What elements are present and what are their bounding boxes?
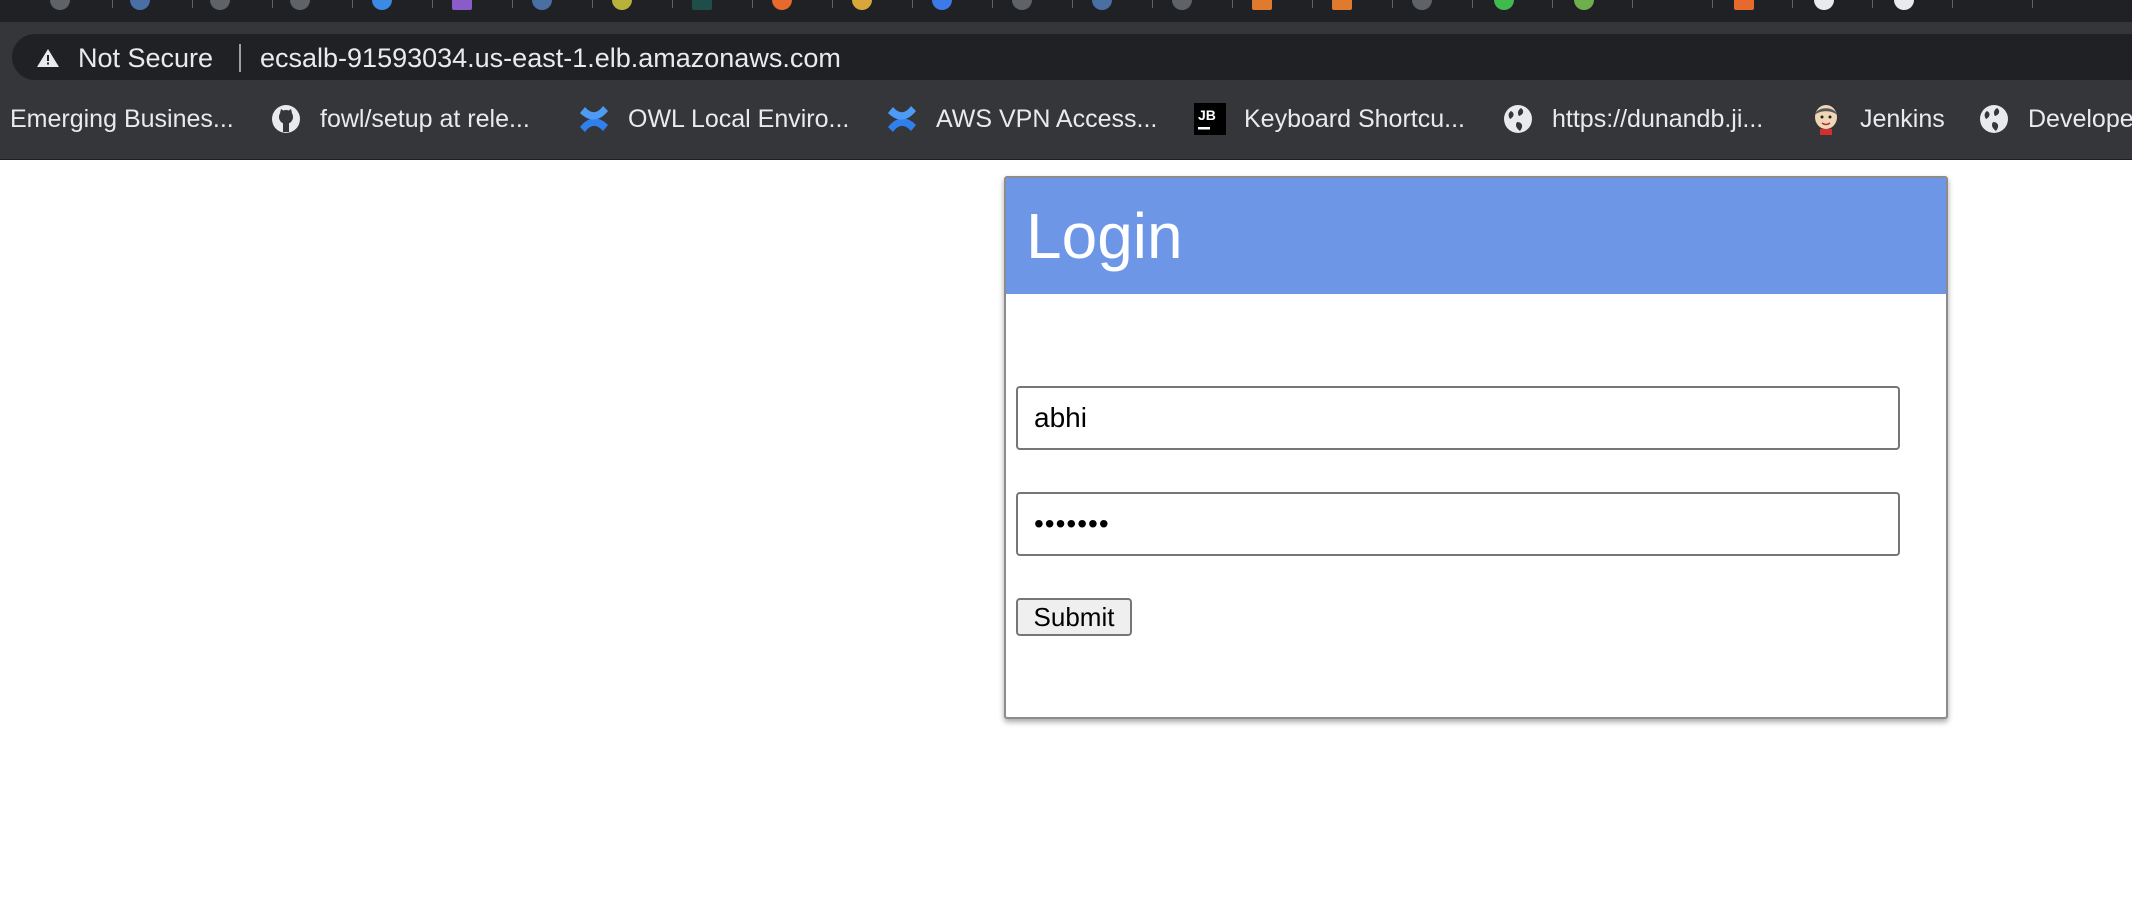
warning-icon[interactable] [36,48,60,68]
tab-favicon-icon[interactable] [932,0,952,10]
tab-separator [1632,0,1633,8]
globe-icon [1978,103,2010,135]
tab-favicon-icon[interactable] [130,0,150,10]
login-header: Login [1006,178,1946,294]
tab-separator [1232,0,1233,8]
tab-favicon-icon[interactable] [1574,0,1594,10]
bookmark-label: Emerging Busines... [10,104,234,133]
bookmark-label: https://dunandb.ji... [1552,104,1764,133]
tab-separator [1472,0,1473,8]
tab-favicon-icon[interactable] [1012,0,1032,10]
tab-separator [1552,0,1553,8]
tab-favicon-icon[interactable] [1734,0,1754,10]
tab-favicon-icon[interactable] [1494,0,1514,10]
tab-favicon-icon[interactable] [50,0,70,10]
login-card: Login Submit [1004,176,1948,719]
tab-favicon-icon[interactable] [1412,0,1432,10]
tab-separator [672,0,673,8]
tab-strip[interactable] [0,0,2132,22]
password-input[interactable] [1016,492,1900,556]
jenkins-icon [1810,103,1842,135]
address-bar-divider [239,44,241,72]
tab-favicon-icon[interactable] [452,0,472,10]
tab-separator [512,0,513,8]
login-title: Login [1026,200,1183,272]
tab-separator [272,0,273,8]
bookmark-label: OWL Local Enviro... [628,104,850,133]
tab-favicon-icon[interactable] [1172,0,1192,10]
github-icon [270,103,302,135]
bookmark-jenkins[interactable]: Jenkins [1810,100,1945,138]
tab-separator [1952,0,1953,8]
tab-separator [1152,0,1153,8]
submit-button[interactable]: Submit [1016,598,1132,636]
confluence-icon [886,103,918,135]
tab-separator [592,0,593,8]
security-status-label[interactable]: Not Secure [78,44,213,72]
tab-favicon-icon[interactable] [852,0,872,10]
tab-separator [992,0,993,8]
tab-separator [1392,0,1393,8]
tab-favicon-icon[interactable] [210,0,230,10]
browser-toolbar: Not Secure ecsalb-91593034.us-east-1.elb… [0,22,2132,80]
bookmark-label: AWS VPN Access... [936,104,1158,133]
tab-favicon-icon[interactable] [612,0,632,10]
tab-separator [1072,0,1073,8]
tab-favicon-icon[interactable] [1654,0,1674,10]
tab-separator [2032,0,2033,8]
bookmark-label: Develope [2028,104,2132,133]
tab-favicon-icon[interactable] [532,0,552,10]
tab-favicon-icon[interactable] [1252,0,1272,10]
tab-separator [912,0,913,8]
bookmark-label: Jenkins [1860,104,1945,133]
tab-favicon-icon[interactable] [1894,0,1914,10]
bookmark-dunandb-jira[interactable]: https://dunandb.ji... [1502,100,1763,138]
jetbrains-icon: JB [1194,103,1226,135]
tab-separator [192,0,193,8]
tab-favicon-icon[interactable] [1332,0,1352,10]
bookmark-emerging-business[interactable]: Emerging Busines... [10,100,234,138]
tab-favicon-icon[interactable] [772,0,792,10]
confluence-icon [578,103,610,135]
tab-separator [1312,0,1313,8]
tab-favicon-icon[interactable] [1814,0,1834,10]
bookmark-label: Keyboard Shortcu... [1244,104,1465,133]
tab-separator [1712,0,1713,8]
tab-separator [1792,0,1793,8]
bookmark-label: fowl/setup at rele... [320,104,530,133]
tab-separator [752,0,753,8]
svg-text:JB: JB [1198,107,1216,123]
tab-separator [112,0,113,8]
tab-separator [1872,0,1873,8]
bookmark-fowl-setup[interactable]: fowl/setup at rele... [270,100,530,138]
tab-separator [832,0,833,8]
bookmark-owl-local-env[interactable]: OWL Local Enviro... [578,100,849,138]
url-text[interactable]: ecsalb-91593034.us-east-1.elb.amazonaws.… [260,44,841,72]
username-input[interactable] [1016,386,1900,450]
bookmark-keyboard-shortcuts[interactable]: JB Keyboard Shortcu... [1194,100,1465,138]
bookmark-aws-vpn-access[interactable]: AWS VPN Access... [886,100,1157,138]
tab-favicon-icon[interactable] [1092,0,1112,10]
tab-favicon-icon[interactable] [372,0,392,10]
bookmarks-bar: Emerging Busines... fowl/setup at rele..… [0,80,2132,160]
bookmark-developer[interactable]: Develope [1978,100,2132,138]
globe-icon [1502,103,1534,135]
address-bar[interactable]: Not Secure ecsalb-91593034.us-east-1.elb… [12,34,2132,80]
tab-separator [432,0,433,8]
tab-favicon-icon[interactable] [692,0,712,10]
tab-favicon-icon[interactable] [290,0,310,10]
tab-separator [352,0,353,8]
